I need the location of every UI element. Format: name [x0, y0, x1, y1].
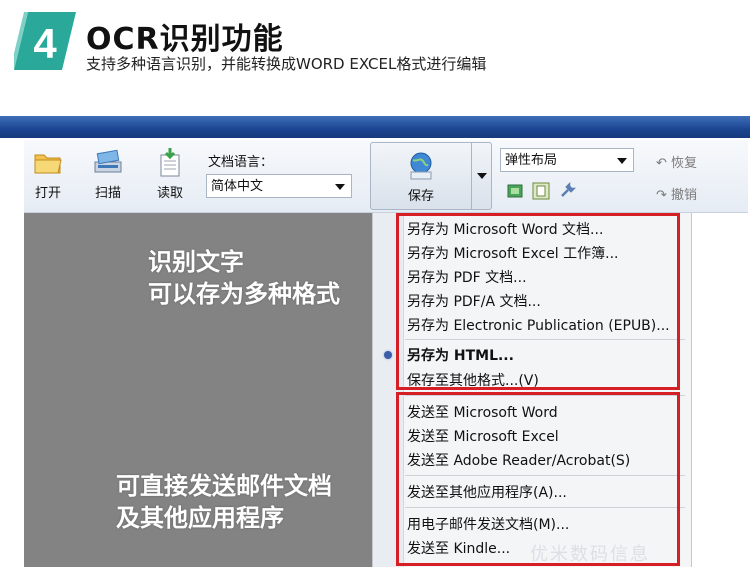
scan-button[interactable]: 扫描 — [84, 146, 132, 201]
read-label: 读取 — [156, 186, 183, 201]
open-label: 打开 — [34, 186, 61, 201]
globe-html-icon — [410, 152, 432, 180]
redo-button[interactable]: ↷ 撤销 — [656, 184, 697, 203]
chevron-down-icon — [335, 184, 345, 190]
page-subtitle: 支持多种语言识别，并能转换成WORD EXCEL格式进行编辑 — [86, 55, 487, 73]
view-tools — [506, 180, 579, 204]
callout-line: 及其他应用程序 — [116, 504, 284, 532]
scan-icon — [94, 149, 122, 173]
save-dropdown-toggle[interactable] — [471, 143, 492, 209]
open-button[interactable]: 打开 — [24, 146, 72, 201]
selected-bullet-icon — [384, 351, 392, 359]
highlight-box-save — [396, 213, 680, 390]
callout-line: 识别文字 — [148, 248, 244, 276]
watermark: 优米数码信息 — [530, 544, 650, 565]
document-language-label: 文档语言： — [208, 155, 274, 170]
window-title-bar — [0, 116, 750, 138]
save-button[interactable]: 保存 — [371, 143, 471, 209]
redo-icon: ↷ — [656, 188, 672, 203]
save-split-button: 保存 — [370, 142, 492, 210]
wrench-icon[interactable] — [558, 181, 577, 200]
step-badge: 4 — [14, 12, 76, 70]
page-title: OCR识别功能 — [86, 22, 284, 57]
save-label: 保存 — [407, 189, 434, 204]
read-icon — [160, 148, 180, 177]
ribbon-toolbar: 打开 扫描 读取 文档语言： 简体中文 保存 弹性布局 ↶ 恢复 ↷ 撤销 — [24, 140, 748, 213]
chevron-down-icon — [477, 173, 487, 179]
chevron-down-icon — [617, 158, 627, 164]
scan-label: 扫描 — [94, 186, 121, 201]
callout-line: 可直接发送邮件文档 — [116, 472, 332, 500]
undo-button[interactable]: ↶ 恢复 — [656, 152, 697, 171]
layout-icon[interactable] — [532, 182, 550, 200]
redo-label: 撤销 — [671, 188, 698, 203]
layout-mode-value: 弹性布局 — [505, 153, 558, 168]
image-icon[interactable] — [506, 182, 524, 200]
read-button[interactable]: 读取 — [146, 146, 194, 201]
undo-label: 恢复 — [671, 156, 698, 171]
document-language-value: 简体中文 — [211, 179, 264, 194]
badge-number: 4 — [33, 20, 57, 67]
open-folder-icon — [34, 154, 62, 174]
document-language-select[interactable]: 简体中文 — [206, 174, 352, 198]
layout-mode-select[interactable]: 弹性布局 — [500, 148, 634, 172]
feature-callout-send: 可直接发送邮件文档 及其他应用程序 — [116, 470, 332, 534]
undo-icon: ↶ — [656, 156, 672, 171]
feature-callout-save: 识别文字 可以存为多种格式 — [148, 246, 340, 310]
callout-line: 可以存为多种格式 — [148, 280, 340, 308]
